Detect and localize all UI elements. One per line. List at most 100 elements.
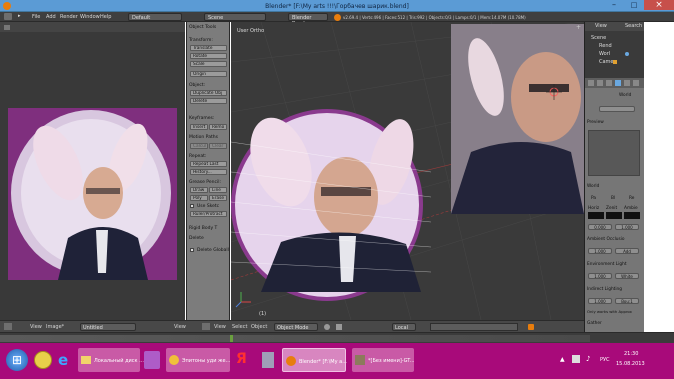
world-tab-icon[interactable] (615, 80, 621, 86)
viewport-object-menu[interactable]: Object (251, 324, 267, 330)
menu-help[interactable]: Help (100, 14, 111, 20)
world-datablock-field[interactable] (599, 106, 635, 112)
image-datablock-field[interactable]: Untitled (80, 323, 136, 331)
ruler-button[interactable]: Ruler/Protract (190, 211, 227, 217)
poly-button[interactable]: Poly (190, 195, 208, 201)
interaction-mode-dropdown[interactable]: Object Mode (274, 323, 318, 331)
render-engine-dropdown[interactable]: Blender Render (288, 13, 328, 27)
chrome-pinned-icon[interactable] (34, 351, 52, 369)
properties-toggle-icon[interactable]: + (576, 24, 582, 31)
delete-globally-checkbox[interactable] (190, 248, 194, 252)
gather-header[interactable]: Gather (587, 321, 602, 326)
world-panel-header[interactable]: World (587, 184, 599, 189)
ie-pinned-icon[interactable]: e (58, 351, 74, 369)
3d-viewport[interactable]: User Ortho (1) + (231, 22, 584, 320)
indirect-lighting-header[interactable]: Indirect Lighting (587, 287, 622, 292)
duplicate-object-button[interactable]: Duplicate Obj (190, 90, 227, 96)
editor-type-icon[interactable] (4, 13, 12, 20)
bounces-field[interactable]: Bou:1 (615, 298, 639, 304)
repeat-last-button[interactable]: Repeat Last (190, 161, 227, 167)
ao-factor-field[interactable]: 1.000 (588, 248, 612, 254)
current-frame-marker[interactable] (230, 335, 233, 342)
environment-lighting-header[interactable]: Environment Light (587, 262, 627, 267)
real-sky-checkbox[interactable]: Re (629, 196, 634, 201)
scene-tab-icon[interactable] (606, 80, 612, 86)
image-editor-type-icon[interactable] (4, 323, 12, 330)
scale-button[interactable]: Scale (190, 61, 227, 67)
tray-arrow-icon[interactable]: ▲ (560, 356, 565, 363)
pinned-app-icon[interactable] (144, 351, 160, 369)
yandex-icon[interactable]: Я (236, 351, 250, 369)
outliner-item-world[interactable]: Worl (599, 52, 610, 57)
remove-keyframe-button[interactable]: Remo (209, 124, 227, 130)
zenith-color-swatch[interactable] (606, 212, 622, 219)
minimize-button[interactable]: – (604, 0, 624, 10)
calculate-paths-button[interactable]: Calcul (190, 143, 208, 149)
language-indicator[interactable]: РУС (600, 357, 610, 363)
origin-button[interactable]: Origin (190, 71, 227, 77)
timeline-strip[interactable] (0, 332, 674, 343)
pivot-point-icon[interactable] (336, 324, 342, 330)
clock-time[interactable]: 21:30 (624, 351, 638, 357)
use-sketching-checkbox[interactable] (190, 204, 194, 208)
outliner-item-camera[interactable]: Came (599, 60, 614, 65)
image-view-menu-2[interactable]: View (174, 324, 186, 330)
clear-paths-button[interactable]: Clear (209, 143, 227, 149)
tool-shelf-header[interactable]: Object Tools (189, 25, 216, 30)
transform-orientation-dropdown[interactable]: Local (392, 323, 416, 331)
rigid-body-header[interactable]: Rigid Body T (189, 226, 217, 231)
render-tab-icon[interactable] (588, 80, 594, 86)
env-color-dropdown[interactable]: White (615, 273, 639, 279)
image-editor[interactable] (0, 22, 185, 320)
outliner-item-scene[interactable]: Scene (591, 36, 606, 41)
paper-sky-checkbox[interactable]: Pa (591, 196, 596, 201)
layers-tab-icon[interactable] (597, 80, 603, 86)
indirect-factor-field[interactable]: 1.000 (588, 298, 612, 304)
horizon-color-swatch[interactable] (588, 212, 604, 219)
maximize-button[interactable]: □ (624, 1, 644, 11)
ambient-color-swatch[interactable] (624, 212, 640, 219)
image-editor-icon[interactable] (4, 25, 10, 30)
translate-button[interactable]: Translate (190, 45, 227, 51)
blend-sky-checkbox[interactable]: Bl (611, 196, 615, 201)
rotate-button[interactable]: Rotate (190, 53, 227, 59)
start-button[interactable]: ⊞ (6, 349, 28, 371)
task-explorer[interactable]: Локальный диск ... (78, 348, 144, 372)
object-tab-icon[interactable] (624, 80, 630, 86)
task-browser[interactable]: Эпитоны уди же... (166, 348, 230, 372)
menu-render[interactable]: Render (60, 14, 78, 20)
task-gimp[interactable]: *[Без имени]-GT... (352, 348, 415, 372)
delete-section-header[interactable]: Delete (189, 236, 204, 241)
screen-layout-dropdown[interactable]: Default (128, 13, 182, 21)
menu-add[interactable]: Add (46, 14, 56, 20)
delete-button[interactable]: Delete (190, 98, 227, 104)
close-button[interactable]: × (644, 0, 674, 10)
volume-icon[interactable]: ♪ (586, 355, 594, 363)
menu-window[interactable]: Window (80, 14, 100, 20)
scene-dropdown[interactable]: Scene (204, 13, 266, 21)
ambient-occlusion-header[interactable]: Ambient Occlusio (587, 237, 625, 242)
timeline-track[interactable] (0, 335, 590, 342)
image-view-menu[interactable]: View (30, 324, 42, 330)
draw-button[interactable]: Draw (190, 187, 208, 193)
snap-icon[interactable] (528, 324, 534, 330)
line-button[interactable]: Line (209, 187, 227, 193)
media-icon[interactable] (262, 352, 274, 368)
menu-file[interactable]: File (32, 14, 40, 20)
preview-panel-header[interactable]: Preview (587, 120, 604, 125)
range-field[interactable]: 1.000 (615, 224, 639, 230)
collapse-menu-icon[interactable]: ▸ (18, 13, 24, 20)
exposure-field[interactable]: 0.000 (588, 224, 612, 230)
viewport-shading-icon[interactable] (324, 324, 330, 330)
image-menu[interactable]: Image* (46, 324, 64, 330)
clock-date[interactable]: 15.08.2013 (616, 361, 645, 367)
texture-tab-icon[interactable] (633, 80, 639, 86)
erase-button[interactable]: Erase (209, 195, 227, 201)
viewport-view-menu[interactable]: View (214, 324, 226, 330)
ao-blend-dropdown[interactable]: Add (615, 248, 639, 254)
history-button[interactable]: History... (190, 169, 227, 175)
viewport-editor-type-icon[interactable] (202, 323, 210, 330)
outliner-search-menu[interactable]: Search (625, 24, 642, 29)
outliner-item-renderlayers[interactable]: Rend (599, 44, 612, 49)
env-energy-field[interactable]: 1.000 (588, 273, 612, 279)
